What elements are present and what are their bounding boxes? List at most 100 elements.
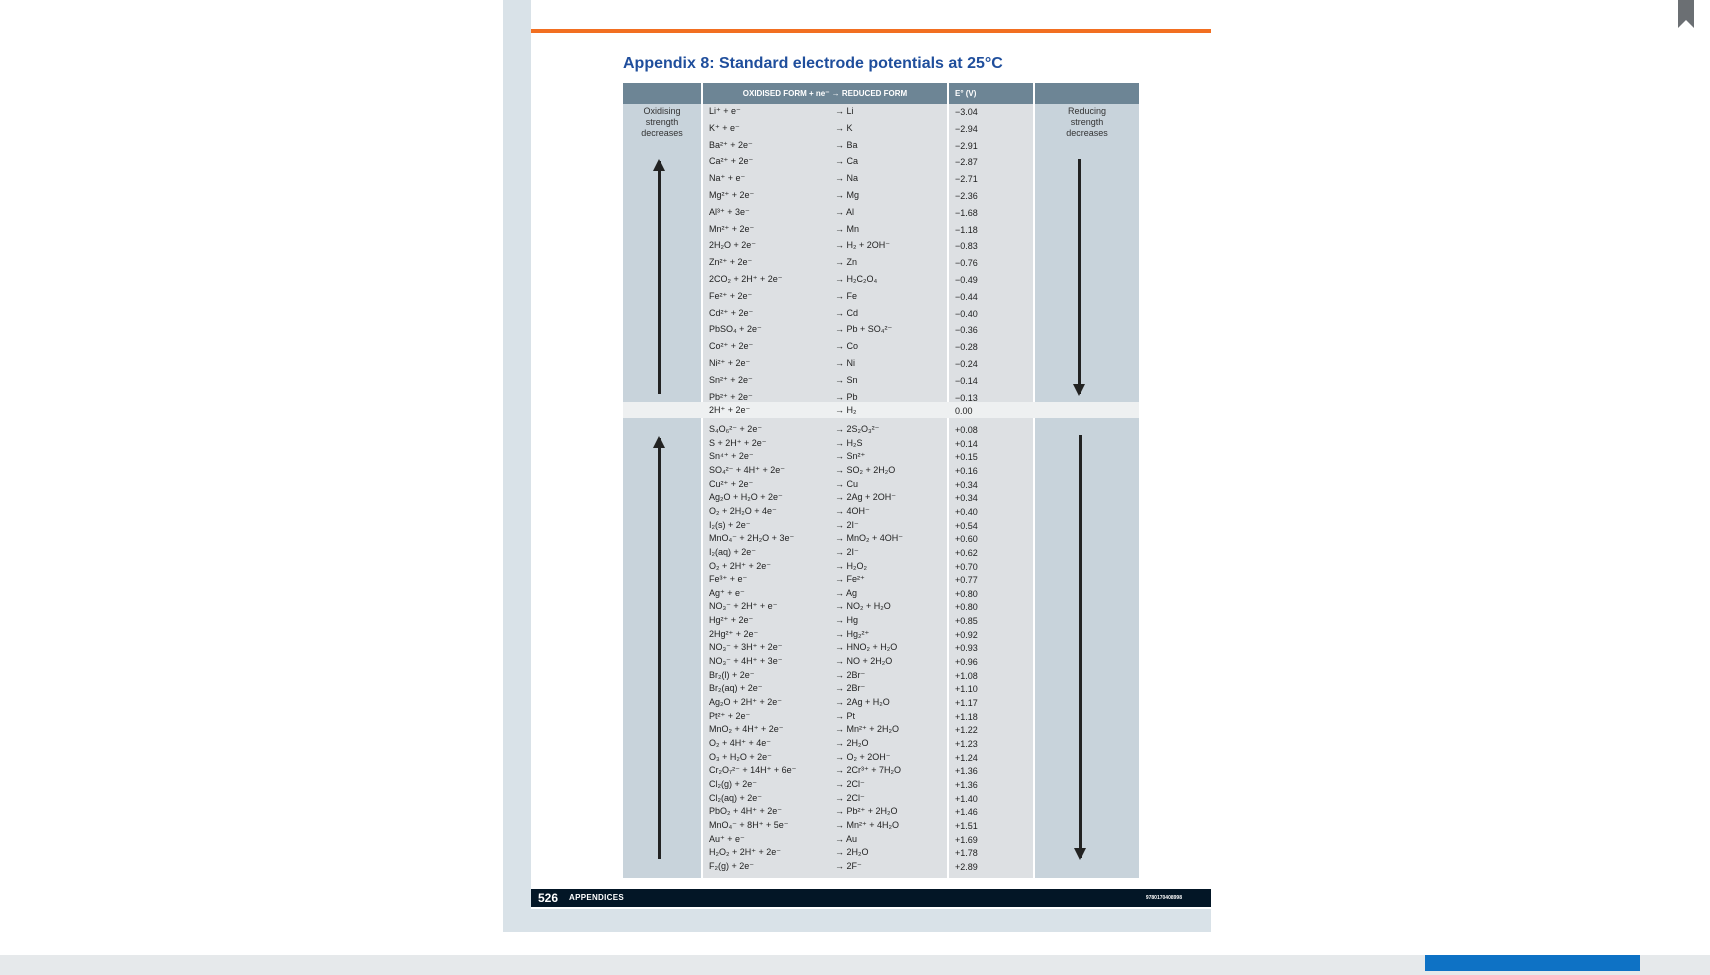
oxidised-form-cell: F₂(g) + 2e⁻ xyxy=(709,860,755,871)
oxidised-form-cell: NO₃⁻ + 4H⁺ + 3e⁻ xyxy=(709,656,783,667)
oxidised-form-cell: Ba²⁺ + 2e⁻ xyxy=(709,139,753,150)
reduced-form-cell: → 2I⁻ xyxy=(835,519,859,530)
potential-cell: +1.46 xyxy=(955,807,978,818)
potential-cell: +0.96 xyxy=(955,657,978,668)
oxidised-form-cell: Na⁺ + e⁻ xyxy=(709,173,746,184)
oxidised-form-cell: PbSO₄ + 2e⁻ xyxy=(709,324,762,335)
potential-cell: +0.54 xyxy=(955,520,978,531)
reduced-form-cell: → Mg xyxy=(835,190,860,200)
bottom-progress-indicator[interactable] xyxy=(1425,955,1640,971)
oxidised-form-cell: SO₄²⁻ + 4H⁺ + 2e⁻ xyxy=(709,464,785,475)
right-column xyxy=(1035,83,1139,878)
oxidising-strength-label: Oxidising strength decreases xyxy=(641,106,683,138)
potential-cell: +0.70 xyxy=(955,561,978,572)
reduced-form-cell: → O₂ + 2OH⁻ xyxy=(835,751,891,762)
potential-cell: −2.71 xyxy=(955,174,978,185)
reduced-form-cell: → MnO₂ + 4OH⁻ xyxy=(835,533,904,544)
oxidised-form-cell: Ag₂O + 2H⁺ + 2e⁻ xyxy=(709,697,783,707)
potential-cell: +1.10 xyxy=(955,684,978,695)
potential-cell: −0.44 xyxy=(955,291,978,302)
reduced-form-cell: → Ni xyxy=(835,358,855,368)
oxidised-form-cell: Br₂(l) + 2e⁻ xyxy=(709,669,755,680)
potential-cell: +0.80 xyxy=(955,588,978,599)
oxidised-form-cell: S₄O₆²⁻ + 2e⁻ xyxy=(709,424,763,434)
potential-cell: +2.89 xyxy=(955,861,978,872)
reduced-form-cell: → Li xyxy=(835,106,854,116)
header-blank-right xyxy=(1035,83,1139,104)
oxidised-form-cell: MnO₄⁻ + 2H₂O + 3e⁻ xyxy=(709,533,795,544)
document-page: Appendix 8: Standard electrode potential… xyxy=(531,0,1211,909)
potential-cell: +1.18 xyxy=(955,711,978,722)
page-footer: 526 APPENDICES 9780170408998 xyxy=(531,889,1211,907)
header-reaction: OXIDISED FORM + ne⁻ → REDUCED FORM xyxy=(703,83,947,104)
reduced-form-cell: → 2Ag + 2OH⁻ xyxy=(835,492,897,503)
arrow-down-icon xyxy=(1073,159,1085,396)
potential-cell: −0.49 xyxy=(955,275,978,285)
potential-cell: +0.34 xyxy=(955,493,978,504)
potential-cell: −0.76 xyxy=(955,258,978,269)
oxidised-form-cell: MnO₂ + 4H⁺ + 2e⁻ xyxy=(709,724,784,735)
reduced-form-cell: → H₂ + 2OH⁻ xyxy=(835,240,891,251)
potential-cell: −1.18 xyxy=(955,224,978,235)
potential-cell: −0.13 xyxy=(955,392,978,403)
header-blank-left xyxy=(623,83,701,104)
reduced-form-cell: → H₂ xyxy=(835,405,857,415)
reduced-form-cell: → Cu xyxy=(835,478,859,489)
potential-cell: −2.94 xyxy=(955,123,978,134)
oxidised-form-cell: Ag₂O + H₂O + 2e⁻ xyxy=(709,492,783,503)
reduced-form-cell: → Sn xyxy=(835,374,858,385)
oxidised-form-cell: Pb²⁺ + 2e⁻ xyxy=(709,391,753,402)
potential-cell: +1.23 xyxy=(955,738,978,749)
oxidised-form-cell: Sn²⁺ + 2e⁻ xyxy=(709,374,753,385)
oxidised-form-cell: Br₂(aq) + 2e⁻ xyxy=(709,683,763,694)
potential-cell: +0.92 xyxy=(955,629,978,640)
potential-cell: −0.14 xyxy=(955,375,978,386)
oxidised-form-cell: Fe³⁺ + e⁻ xyxy=(709,574,748,585)
potential-cell: +0.16 xyxy=(955,465,978,476)
arrow-down-icon xyxy=(1074,435,1086,860)
potential-cell: +0.62 xyxy=(955,547,978,558)
oxidised-form-cell: Au⁺ + e⁻ xyxy=(709,833,745,844)
reduced-form-cell: → H₂O₂ xyxy=(835,560,867,571)
reduced-form-cell: → Ag xyxy=(835,587,858,598)
reduced-form-cell: → Au xyxy=(835,833,858,844)
oxidised-form-cell: S + 2H⁺ + 2e⁻ xyxy=(709,437,767,448)
electrode-potentials-table: OXIDISED FORM + ne⁻ → REDUCED FORM E° (V… xyxy=(623,83,1139,878)
oxidised-form-cell: Cd²⁺ + 2e⁻ xyxy=(709,307,754,318)
reduced-form-cell: → Fe²⁺ xyxy=(835,574,865,585)
potential-cell: +1.69 xyxy=(955,834,978,845)
oxidised-form-cell: O₃ + H₂O + 2e⁻ xyxy=(709,751,772,762)
reduced-form-cell: → 2Cl⁻ xyxy=(835,792,865,803)
reduced-form-cell: → HNO₂ + H₂O xyxy=(835,642,898,653)
bookmark-icon[interactable] xyxy=(1678,0,1694,28)
oxidised-form-cell: PbO₂ + 4H⁺ + 2e⁻ xyxy=(709,806,783,817)
potential-cell: −0.36 xyxy=(955,325,978,336)
potential-cell: 0.00 xyxy=(955,406,973,416)
oxidised-form-cell: 2H₂O + 2e⁻ xyxy=(709,240,757,251)
potential-cell: +0.80 xyxy=(955,602,978,613)
oxidised-form-cell: O₂ + 4H⁺ + 4e⁻ xyxy=(709,737,772,748)
potential-cell: −0.24 xyxy=(955,359,978,369)
potential-cell: +1.08 xyxy=(955,670,978,681)
oxidised-form-cell: Mn²⁺ + 2e⁻ xyxy=(709,223,755,234)
reduced-form-cell: → Mn xyxy=(835,223,860,234)
reduced-form-cell: → SO₂ + 2H₂O xyxy=(835,464,896,475)
oxidised-form-cell: Mg²⁺ + 2e⁻ xyxy=(709,190,755,200)
potential-cell: −3.04 xyxy=(955,107,978,117)
potential-cell: −0.28 xyxy=(955,342,978,353)
potential-cell: +0.15 xyxy=(955,452,978,463)
reduced-form-cell: → Pt xyxy=(835,710,856,721)
oxidised-form-cell: Al³⁺ + 3e⁻ xyxy=(709,206,750,217)
potential-cell: +0.93 xyxy=(955,643,978,654)
reduced-form-cell: → H₂S xyxy=(835,437,863,448)
footer-isbn: 9780170408998 xyxy=(1145,895,1182,901)
oxidised-form-cell: Co²⁺ + 2e⁻ xyxy=(709,341,754,352)
left-column xyxy=(623,83,701,878)
potential-cell: +1.36 xyxy=(955,766,978,777)
reduced-form-cell: → Na xyxy=(835,173,859,184)
oxidised-form-cell: O₂ + 2H₂O + 4e⁻ xyxy=(709,505,777,516)
potential-cell: −0.40 xyxy=(955,308,978,319)
reduced-form-cell: → 2Br⁻ xyxy=(835,683,866,694)
arrow-up-icon xyxy=(653,436,665,859)
potential-cell: +1.40 xyxy=(955,793,978,804)
